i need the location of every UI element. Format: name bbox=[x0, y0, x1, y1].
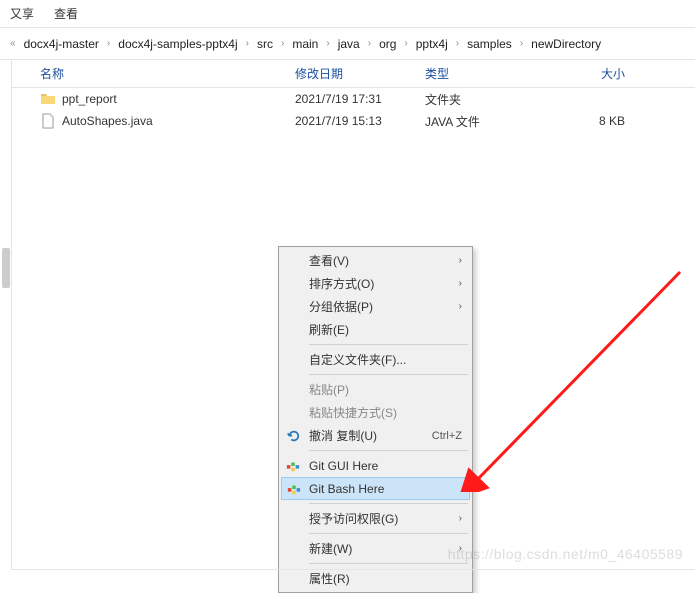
file-name: ppt_report bbox=[62, 92, 295, 106]
crumb-8[interactable]: newDirectory bbox=[525, 33, 607, 55]
crumb-2[interactable]: src bbox=[251, 33, 279, 55]
table-row[interactable]: ppt_report 2021/7/19 17:31 文件夹 bbox=[12, 88, 695, 110]
context-menu: 查看(V)› 排序方式(O)› 分组依据(P)› 刷新(E) 自定义文件夹(F)… bbox=[278, 246, 473, 593]
file-icon bbox=[40, 113, 56, 129]
chevron-right-icon: › bbox=[324, 38, 331, 49]
file-date: 2021/7/19 15:13 bbox=[295, 114, 425, 128]
separator bbox=[309, 450, 468, 451]
col-name[interactable]: 名称 bbox=[40, 65, 295, 82]
col-type[interactable]: 类型 bbox=[425, 65, 545, 82]
crumb-5[interactable]: org bbox=[373, 33, 402, 55]
table-row[interactable]: AutoShapes.java 2021/7/19 15:13 JAVA 文件 … bbox=[12, 110, 695, 132]
crumb-6[interactable]: pptx4j bbox=[410, 33, 454, 55]
menu-git-gui[interactable]: Git GUI Here bbox=[281, 454, 470, 477]
menu-refresh[interactable]: 刷新(E) bbox=[281, 318, 470, 341]
crumb-3[interactable]: main bbox=[286, 33, 324, 55]
file-size: 8 KB bbox=[545, 114, 625, 128]
crumb-1[interactable]: docx4j-samples-pptx4j bbox=[112, 33, 243, 55]
file-name: AutoShapes.java bbox=[62, 114, 295, 128]
menu-view[interactable]: 查看(V)› bbox=[281, 249, 470, 272]
menu-paste-shortcut: 粘贴快捷方式(S) bbox=[281, 401, 470, 424]
chevron-right-icon: › bbox=[279, 38, 286, 49]
navigation-pane-stub bbox=[0, 60, 12, 570]
breadcrumb-overflow[interactable]: « bbox=[8, 38, 18, 49]
menu-properties[interactable]: 属性(R) bbox=[281, 567, 470, 590]
separator bbox=[309, 344, 468, 345]
file-date: 2021/7/19 17:31 bbox=[295, 92, 425, 106]
chevron-right-icon: › bbox=[459, 255, 462, 266]
chevron-right-icon: › bbox=[518, 38, 525, 49]
chevron-right-icon: › bbox=[366, 38, 373, 49]
separator bbox=[309, 533, 468, 534]
chevron-right-icon: › bbox=[244, 38, 251, 49]
menu-new[interactable]: 新建(W)› bbox=[281, 537, 470, 560]
menu-git-bash[interactable]: Git Bash Here bbox=[281, 477, 470, 500]
column-headers[interactable]: 名称 修改日期 类型 大小 bbox=[12, 60, 695, 88]
breadcrumb[interactable]: « docx4j-master › docx4j-samples-pptx4j … bbox=[0, 28, 695, 60]
file-type: JAVA 文件 bbox=[425, 113, 545, 130]
watermark: https://blog.csdn.net/m0_46405589 bbox=[448, 546, 683, 562]
separator bbox=[309, 563, 468, 564]
menu-customize[interactable]: 自定义文件夹(F)... bbox=[281, 348, 470, 371]
folder-icon bbox=[40, 91, 56, 107]
chevron-right-icon: › bbox=[459, 513, 462, 524]
chevron-right-icon: › bbox=[459, 301, 462, 312]
menu-view[interactable]: 查看 bbox=[54, 5, 78, 22]
chevron-right-icon: › bbox=[105, 38, 112, 49]
col-size[interactable]: 大小 bbox=[545, 65, 625, 82]
menu-access[interactable]: 授予访问权限(G)› bbox=[281, 507, 470, 530]
chevron-right-icon: › bbox=[402, 38, 409, 49]
undo-icon bbox=[285, 428, 301, 444]
crumb-0[interactable]: docx4j-master bbox=[18, 33, 105, 55]
file-type: 文件夹 bbox=[425, 91, 545, 108]
menu-undo[interactable]: 撤消 复制(U)Ctrl+Z bbox=[281, 424, 470, 447]
chevron-right-icon: › bbox=[459, 278, 462, 289]
crumb-7[interactable]: samples bbox=[461, 33, 518, 55]
top-menu-bar: 又享 查看 bbox=[0, 0, 695, 28]
separator bbox=[309, 374, 468, 375]
git-icon bbox=[286, 481, 302, 497]
chevron-right-icon: › bbox=[454, 38, 461, 49]
git-icon bbox=[285, 458, 301, 474]
crumb-4[interactable]: java bbox=[332, 33, 366, 55]
menu-share[interactable]: 又享 bbox=[10, 5, 34, 22]
menu-group[interactable]: 分组依据(P)› bbox=[281, 295, 470, 318]
menu-paste: 粘贴(P) bbox=[281, 378, 470, 401]
scrollbar-thumb[interactable] bbox=[2, 248, 10, 288]
col-date[interactable]: 修改日期 bbox=[295, 65, 425, 82]
separator bbox=[309, 503, 468, 504]
menu-sort[interactable]: 排序方式(O)› bbox=[281, 272, 470, 295]
